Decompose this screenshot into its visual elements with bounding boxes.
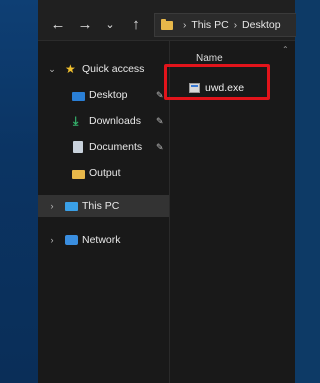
sidebar-item-desktop[interactable]: Desktop ✎ bbox=[38, 84, 169, 106]
sort-indicator-icon: ⌃ bbox=[282, 45, 289, 54]
documents-icon bbox=[73, 141, 83, 153]
sidebar-item-label: Downloads bbox=[89, 115, 141, 127]
pin-icon: ✎ bbox=[156, 141, 164, 152]
sidebar-item-downloads[interactable]: ⤓ Downloads ✎ bbox=[38, 110, 169, 132]
breadcrumb-desktop[interactable]: Desktop bbox=[242, 19, 281, 31]
arrow-up-icon: ↑ bbox=[132, 15, 140, 33]
chevron-right-icon[interactable]: › bbox=[47, 201, 57, 211]
sidebar-item-output[interactable]: Output bbox=[38, 162, 169, 184]
column-header-name[interactable]: Name bbox=[196, 53, 223, 64]
chevron-down-icon[interactable]: ⌄ bbox=[47, 64, 57, 75]
forward-button[interactable]: → bbox=[75, 14, 95, 34]
arrow-left-icon: ← bbox=[50, 15, 66, 33]
file-explorer-window: ← → ⌄ ↑ › This PC › Desktop ⌄ ★ Quick ac… bbox=[38, 0, 296, 383]
sidebar-item-label: Output bbox=[89, 167, 121, 179]
pc-icon bbox=[65, 201, 78, 211]
folder-icon bbox=[161, 18, 173, 30]
sidebar-item-label: Documents bbox=[89, 141, 143, 153]
up-button[interactable]: ↑ bbox=[126, 14, 146, 34]
back-button[interactable]: ← bbox=[48, 14, 68, 34]
breadcrumb-separator: › bbox=[233, 19, 238, 31]
address-bar[interactable]: › This PC › Desktop bbox=[154, 13, 296, 37]
arrow-right-icon: → bbox=[77, 15, 93, 33]
folder-icon bbox=[72, 169, 85, 179]
sidebar-item-documents[interactable]: Documents ✎ bbox=[38, 136, 169, 158]
pin-icon: ✎ bbox=[156, 115, 164, 126]
sidebar-item-label: Desktop bbox=[89, 89, 128, 101]
chevron-right-icon[interactable]: › bbox=[47, 235, 57, 245]
desktop-icon bbox=[72, 91, 85, 101]
chevron-down-icon: ⌄ bbox=[105, 18, 115, 31]
downloads-icon: ⤓ bbox=[73, 114, 79, 128]
network-icon bbox=[65, 235, 78, 245]
sidebar-item-network[interactable]: › Network bbox=[38, 229, 169, 251]
sidebar-item-label: Network bbox=[82, 234, 121, 246]
navigation-pane: ⌄ ★ Quick access Desktop ✎ ⤓ Downloads ✎… bbox=[38, 41, 169, 383]
navigation-toolbar: ← → ⌄ ↑ › This PC › Desktop bbox=[38, 8, 296, 41]
sidebar-item-this-pc[interactable]: › This PC bbox=[38, 195, 169, 217]
sidebar-item-quick-access[interactable]: ⌄ ★ Quick access bbox=[38, 58, 169, 80]
window-top-strip bbox=[38, 0, 295, 8]
star-icon: ★ bbox=[65, 62, 76, 76]
desktop-background bbox=[0, 0, 38, 383]
sidebar-item-label: Quick access bbox=[82, 63, 145, 75]
sidebar-item-label: This PC bbox=[82, 200, 120, 212]
breadcrumb-this-pc[interactable]: This PC bbox=[191, 19, 228, 31]
breadcrumb-separator: › bbox=[183, 19, 187, 31]
highlight-annotation-box bbox=[164, 64, 270, 100]
recent-locations-button[interactable]: ⌄ bbox=[100, 14, 120, 34]
